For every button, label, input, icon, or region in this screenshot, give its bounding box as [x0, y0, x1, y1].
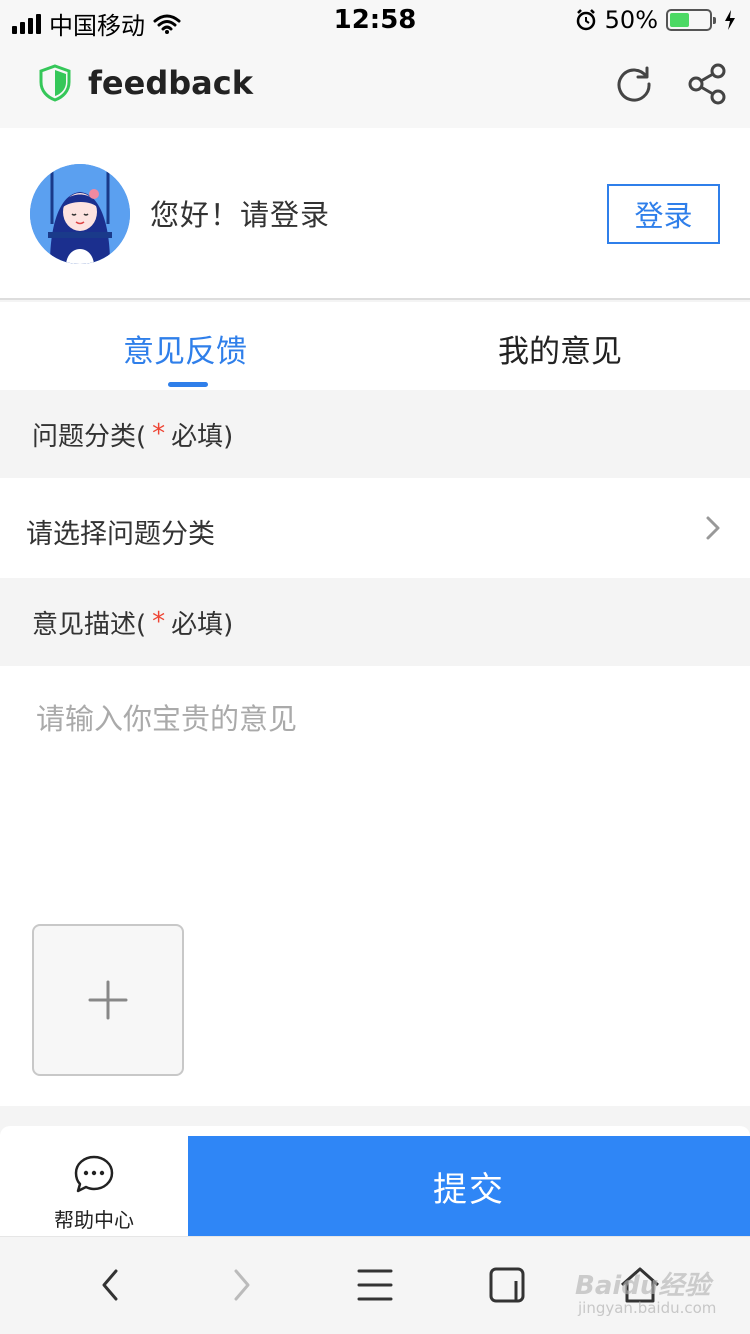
description-header-label: 意见描述( — [32, 609, 147, 640]
submit-button[interactable]: 提交 — [188, 1136, 750, 1236]
tab-active-indicator — [168, 382, 208, 387]
share-icon[interactable] — [686, 62, 730, 106]
avatar[interactable] — [30, 164, 130, 264]
chat-bubble-icon — [74, 1155, 114, 1193]
tabs-icon[interactable] — [486, 1263, 530, 1307]
watermark-url: jingyan.baidu.com — [578, 1299, 717, 1317]
category-header-label: 问题分类( — [32, 421, 147, 452]
category-header-suffix: 必填) — [171, 421, 234, 452]
category-select[interactable]: 请选择问题分类 — [0, 478, 750, 578]
page-title: feedback — [88, 64, 253, 102]
title-bar: feedback — [0, 40, 750, 128]
battery-fill — [670, 13, 689, 27]
help-center-button[interactable]: 帮助中心 — [0, 1126, 188, 1236]
chevron-right-icon — [706, 516, 720, 540]
status-right: 50% — [575, 6, 736, 34]
battery-icon — [666, 9, 716, 31]
alarm-icon — [576, 9, 595, 31]
user-card: 您好！请登录 登录 — [0, 128, 750, 300]
greeting-text: 您好！请登录 — [150, 198, 331, 232]
required-marker: * — [152, 607, 166, 637]
required-marker: * — [152, 419, 166, 449]
shield-icon — [39, 64, 71, 102]
plus-icon — [88, 980, 128, 1020]
back-icon[interactable] — [88, 1263, 132, 1307]
description-header-suffix: 必填) — [171, 609, 234, 640]
charging-icon — [725, 10, 735, 30]
tab-my-feedback[interactable]: 我的意见 — [498, 326, 622, 371]
bottom-action-bar: 帮助中心 提交 — [0, 1126, 750, 1236]
login-button[interactable]: 登录 — [607, 184, 720, 244]
category-placeholder: 请选择问题分类 — [26, 519, 215, 550]
tab-bar: 意见反馈 我的意见 — [0, 302, 750, 390]
status-bar: 中国移动 12:58 50% — [0, 0, 750, 40]
description-section-header: 意见描述( * 必填) — [0, 578, 750, 666]
help-center-label: 帮助中心 — [54, 1208, 134, 1232]
add-image-button[interactable] — [32, 924, 184, 1076]
menu-icon[interactable] — [353, 1263, 397, 1307]
refresh-icon[interactable] — [612, 62, 656, 106]
watermark-logo: Baidu经验 — [575, 1271, 711, 1301]
browser-nav-bar: Baidu经验 jingyan.baidu.com — [0, 1236, 750, 1334]
forward-icon[interactable] — [220, 1263, 264, 1307]
category-section-header: 问题分类( * 必填) — [0, 390, 750, 478]
tab-feedback[interactable]: 意见反馈 — [123, 326, 247, 371]
description-area — [0, 666, 750, 1106]
description-input[interactable] — [36, 696, 716, 896]
battery-percent: 50% — [604, 6, 658, 34]
